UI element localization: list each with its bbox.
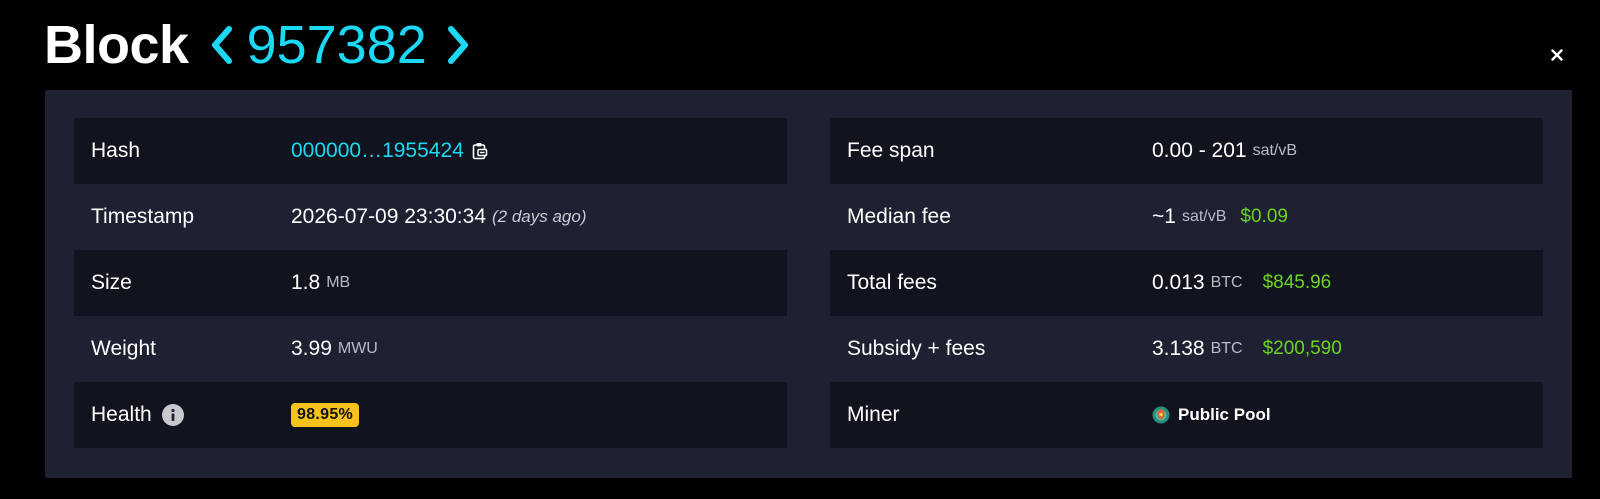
miner-value-group: Public Pool bbox=[1152, 405, 1271, 425]
fee-span-value: 0.00 - 201 bbox=[1152, 139, 1247, 162]
block-details-right: Fee span 0.00 - 201 sat/vB Median fee ~1… bbox=[830, 118, 1543, 448]
hash-value-group: 000000…1955424 bbox=[291, 139, 488, 163]
row-total-fees: Total fees 0.013 BTC $845.96 bbox=[830, 250, 1543, 316]
health-value-group: 98.95% bbox=[291, 403, 360, 427]
subsidy-fees-value: 3.138 bbox=[1152, 337, 1205, 360]
median-fee-label: Median fee bbox=[847, 205, 951, 228]
size-value-group: 1.8 MB bbox=[291, 271, 350, 295]
total-fees-fiat: $845.96 bbox=[1262, 272, 1332, 293]
chevron-right-icon bbox=[447, 26, 468, 64]
timestamp-label: Timestamp bbox=[91, 205, 195, 228]
weight-unit: MWU bbox=[337, 340, 378, 357]
row-weight: Weight 3.99 MWU bbox=[74, 316, 787, 382]
close-button[interactable] bbox=[1546, 44, 1568, 66]
size-value: 1.8 bbox=[291, 271, 321, 294]
info-glyph bbox=[171, 408, 175, 421]
miner-label: Miner bbox=[847, 403, 900, 426]
median-fee-value: ~1 bbox=[1152, 205, 1176, 228]
subsidy-fees-fiat: $200,590 bbox=[1262, 338, 1342, 359]
median-fee-value-group: ~1 sat/vB $0.09 bbox=[1152, 205, 1288, 229]
total-fees-label: Total fees bbox=[847, 271, 937, 294]
row-fee-span: Fee span 0.00 - 201 sat/vB bbox=[830, 118, 1543, 184]
page-header: Block 957382 bbox=[44, 10, 475, 80]
weight-value-group: 3.99 MWU bbox=[291, 337, 378, 361]
health-badge: 98.95% bbox=[291, 403, 360, 427]
total-fees-unit: BTC bbox=[1210, 274, 1243, 291]
median-fee-fiat: $0.09 bbox=[1240, 206, 1288, 227]
row-subsidy-fees: Subsidy + fees 3.138 BTC $200,590 bbox=[830, 316, 1543, 382]
subsidy-fees-unit: BTC bbox=[1210, 340, 1243, 357]
subsidy-fees-value-group: 3.138 BTC $200,590 bbox=[1152, 337, 1342, 361]
subsidy-fees-label: Subsidy + fees bbox=[847, 337, 986, 360]
row-hash: Hash 000000…1955424 bbox=[74, 118, 787, 184]
next-block-button[interactable] bbox=[441, 20, 475, 70]
total-fees-value: 0.013 bbox=[1152, 271, 1205, 294]
row-health: Health 98.95% bbox=[74, 382, 787, 448]
miner-name: Public Pool bbox=[1178, 405, 1271, 424]
pool-logo-icon bbox=[1152, 406, 1170, 424]
timestamp-value-group: 2026-07-09 23:30:34 (2 days ago) bbox=[291, 205, 587, 229]
previous-block-button[interactable] bbox=[205, 20, 239, 70]
block-details-panel: Hash 000000…1955424 Timestamp 2026-07-09… bbox=[45, 90, 1572, 478]
size-label: Size bbox=[91, 271, 132, 294]
block-details-left: Hash 000000…1955424 Timestamp 2026-07-09… bbox=[74, 118, 787, 448]
block-height: 957382 bbox=[246, 15, 427, 75]
health-label-group: Health bbox=[91, 403, 184, 427]
clipboard-icon bbox=[472, 143, 488, 160]
size-unit: MB bbox=[326, 274, 351, 291]
close-icon bbox=[1551, 49, 1563, 61]
row-size: Size 1.8 MB bbox=[74, 250, 787, 316]
row-timestamp: Timestamp 2026-07-09 23:30:34 (2 days ag… bbox=[74, 184, 787, 250]
timestamp-relative: (2 days ago) bbox=[492, 207, 587, 226]
fee-span-value-group: 0.00 - 201 sat/vB bbox=[1152, 139, 1297, 163]
fee-span-label: Fee span bbox=[847, 139, 935, 162]
hash-link[interactable]: 000000…1955424 bbox=[291, 139, 464, 163]
info-icon[interactable] bbox=[161, 404, 184, 426]
median-fee-unit: sat/vB bbox=[1181, 208, 1227, 225]
weight-value: 3.99 bbox=[291, 337, 332, 360]
weight-label: Weight bbox=[91, 337, 156, 360]
copy-hash-button[interactable] bbox=[472, 142, 488, 160]
health-label: Health bbox=[91, 403, 152, 426]
timestamp-value: 2026-07-09 23:30:34 bbox=[291, 205, 486, 228]
total-fees-value-group: 0.013 BTC $845.96 bbox=[1152, 271, 1331, 295]
miner-link[interactable]: Public Pool bbox=[1152, 405, 1271, 425]
fee-span-unit: sat/vB bbox=[1252, 142, 1298, 159]
row-miner: Miner Public Pool bbox=[830, 382, 1543, 448]
row-median-fee: Median fee ~1 sat/vB $0.09 bbox=[830, 184, 1543, 250]
chevron-left-icon bbox=[211, 26, 232, 64]
page-title: Block bbox=[44, 15, 189, 75]
hash-label: Hash bbox=[91, 139, 141, 162]
